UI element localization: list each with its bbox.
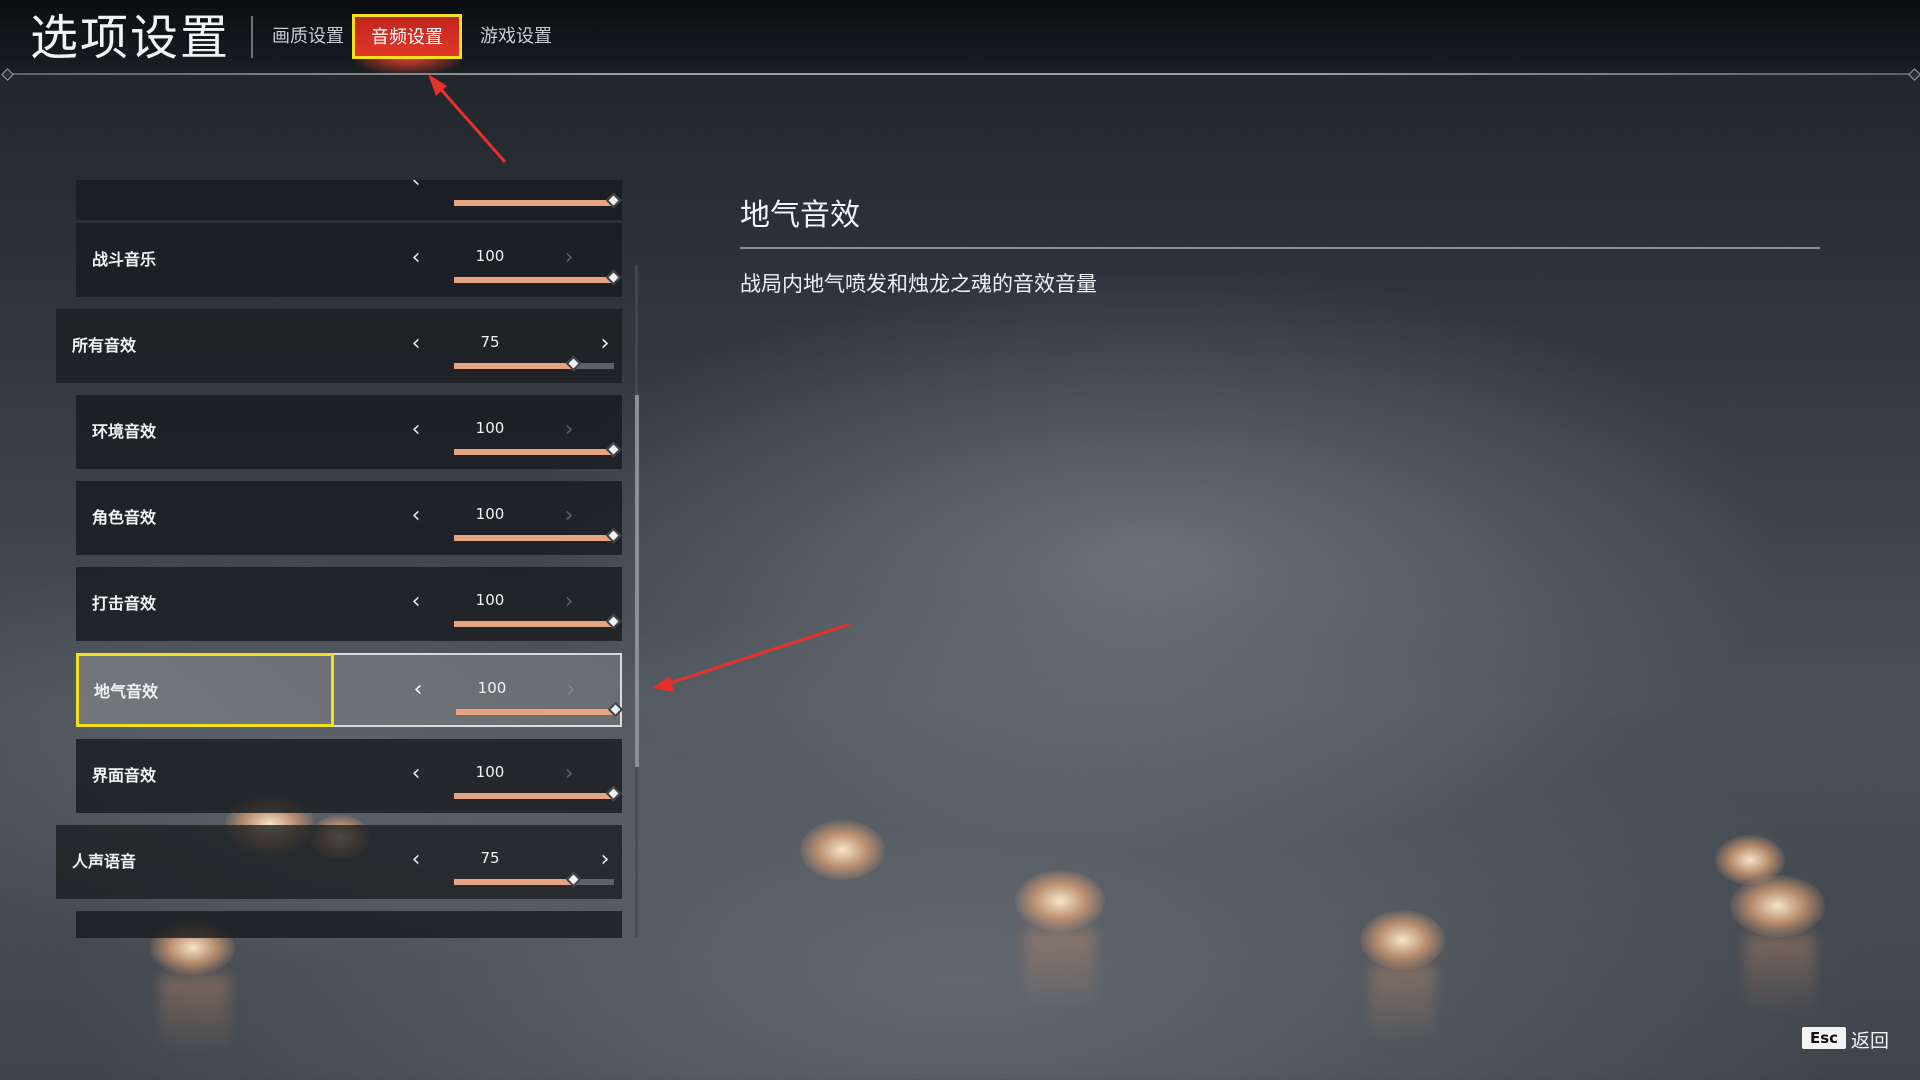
- decrease-arrow-icon[interactable]: ‹: [406, 761, 426, 787]
- increase-arrow-icon[interactable]: ›: [559, 503, 579, 529]
- tab-graphics[interactable]: 画质设置: [270, 16, 346, 58]
- lantern-light: [1730, 875, 1825, 937]
- setting-label: 战斗音乐: [92, 250, 157, 269]
- decrease-arrow-icon[interactable]: ‹: [408, 677, 428, 703]
- esc-key-icon[interactable]: Esc: [1802, 1027, 1847, 1049]
- detail-divider: [740, 247, 1820, 249]
- setting-row-hit-sfx[interactable]: 打击音效 ‹ 100 ›: [76, 567, 622, 641]
- setting-label: 界面音效: [92, 766, 157, 785]
- setting-row-partial-bottom[interactable]: [76, 911, 622, 938]
- setting-label: 环境音效: [92, 422, 157, 441]
- detail-title: 地气音效: [740, 198, 860, 233]
- setting-label: 人声语音: [72, 852, 137, 871]
- setting-label: 地气音效: [94, 682, 159, 701]
- lantern-light: [800, 820, 885, 880]
- decrease-arrow-icon[interactable]: ‹: [406, 180, 426, 194]
- setting-row-earth-qi-sfx[interactable]: 地气音效 ‹ 100 ›: [76, 653, 624, 727]
- volume-slider[interactable]: [454, 269, 622, 286]
- slider-fill: [454, 363, 574, 369]
- volume-slider[interactable]: [454, 355, 614, 372]
- setting-value: 100: [475, 505, 505, 523]
- increase-arrow-icon[interactable]: ›: [559, 761, 579, 787]
- tab-audio[interactable]: 音频设置: [352, 14, 462, 59]
- setting-row-all-sfx[interactable]: 所有音效 ‹ 75 ›: [56, 309, 622, 383]
- slider-fill: [454, 879, 574, 885]
- slider-fill: [454, 621, 614, 627]
- increase-arrow-icon[interactable]: ›: [595, 847, 615, 873]
- audio-settings-list: ‹ 战斗音乐 ‹ 100 › 所有音效 ‹ 75 › 环境音效 ‹ 100 ›: [56, 180, 626, 938]
- volume-slider[interactable]: [456, 701, 624, 718]
- lantern-reflection: [1370, 965, 1435, 1045]
- setting-row-partial[interactable]: ‹: [76, 180, 622, 220]
- slider-fill: [456, 709, 616, 715]
- lantern-reflection: [1025, 930, 1095, 1010]
- slider-fill: [454, 535, 614, 541]
- increase-arrow-icon[interactable]: ›: [559, 589, 579, 615]
- lantern-reflection: [1745, 935, 1815, 1015]
- setting-value: 100: [475, 247, 505, 265]
- setting-value: 75: [480, 849, 500, 867]
- increase-arrow-icon[interactable]: ›: [595, 331, 615, 357]
- volume-slider[interactable]: [454, 785, 622, 802]
- setting-row-ambient-sfx[interactable]: 环境音效 ‹ 100 ›: [76, 395, 622, 469]
- setting-label: 打击音效: [92, 594, 157, 613]
- increase-arrow-icon[interactable]: ›: [559, 245, 579, 271]
- setting-value: 100: [477, 679, 507, 697]
- decrease-arrow-icon[interactable]: ‹: [406, 589, 426, 615]
- setting-value: 100: [475, 763, 505, 781]
- increase-arrow-icon[interactable]: ›: [559, 417, 579, 443]
- decrease-arrow-icon[interactable]: ‹: [406, 331, 426, 357]
- back-button[interactable]: 返回: [1851, 1026, 1889, 1053]
- setting-label: 所有音效: [72, 336, 137, 355]
- slider-fill: [454, 200, 614, 206]
- setting-row-voice[interactable]: 人声语音 ‹ 75 ›: [56, 825, 622, 899]
- setting-row-character-sfx[interactable]: 角色音效 ‹ 100 ›: [76, 481, 622, 555]
- lantern-light: [1360, 910, 1445, 970]
- volume-slider[interactable]: [454, 613, 622, 630]
- volume-slider[interactable]: [454, 441, 622, 458]
- title-divider: [251, 16, 253, 58]
- annotation-arrow-to-selected-row: [652, 622, 851, 692]
- decrease-arrow-icon[interactable]: ‹: [406, 245, 426, 271]
- volume-slider[interactable]: [454, 527, 622, 544]
- increase-arrow-icon[interactable]: ›: [561, 677, 581, 703]
- decrease-arrow-icon[interactable]: ‹: [406, 417, 426, 443]
- setting-value: 75: [480, 333, 500, 351]
- slider-fill: [454, 793, 614, 799]
- setting-value: 100: [475, 419, 505, 437]
- tab-game[interactable]: 游戏设置: [478, 16, 554, 58]
- setting-label: 角色音效: [92, 508, 157, 527]
- decrease-arrow-icon[interactable]: ‹: [406, 847, 426, 873]
- setting-row-battle-music[interactable]: 战斗音乐 ‹ 100 ›: [76, 223, 622, 297]
- scrollbar-thumb[interactable]: [635, 395, 639, 767]
- volume-slider[interactable]: [454, 192, 622, 209]
- annotation-arrow-to-audio-tab: [428, 74, 507, 163]
- slider-fill: [454, 277, 614, 283]
- lantern-reflection: [160, 975, 230, 1055]
- lantern-light: [1015, 870, 1105, 932]
- volume-slider[interactable]: [454, 871, 614, 888]
- detail-description: 战局内地气喷发和烛龙之魂的音效音量: [740, 272, 1097, 296]
- slider-fill: [454, 449, 614, 455]
- decrease-arrow-icon[interactable]: ‹: [406, 503, 426, 529]
- header-divider: [6, 73, 1914, 75]
- page-title: 选项设置: [30, 10, 231, 66]
- setting-row-ui-sfx[interactable]: 界面音效 ‹ 100 ›: [76, 739, 622, 813]
- setting-value: 100: [475, 591, 505, 609]
